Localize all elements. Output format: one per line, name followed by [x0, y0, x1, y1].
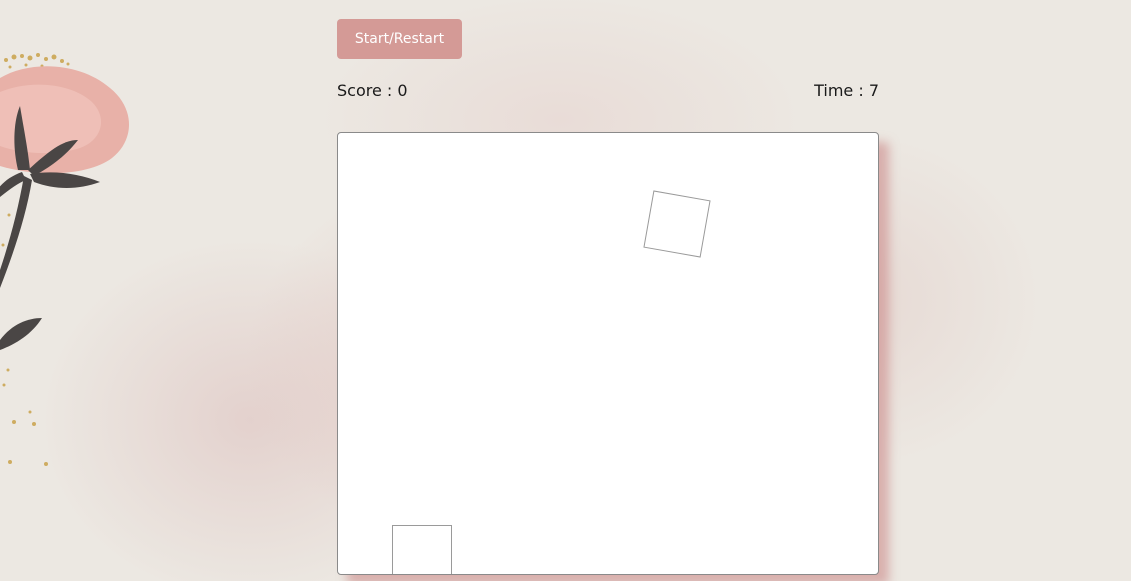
flower-decoration [0, 53, 130, 466]
time-display: Time : 7 [814, 81, 879, 100]
catcher-square[interactable] [392, 525, 452, 574]
score-display: Score : 0 [337, 81, 408, 100]
falling-square[interactable] [643, 190, 711, 258]
game-board[interactable] [337, 132, 879, 575]
start-restart-button[interactable]: Start/Restart [337, 19, 462, 59]
